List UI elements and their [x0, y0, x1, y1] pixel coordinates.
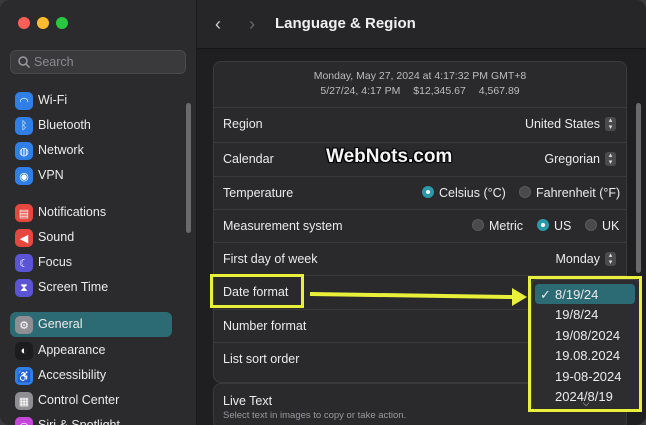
search-placeholder: Search [34, 55, 74, 69]
sidebar-item-label: Wi-Fi [38, 93, 68, 107]
calendar-value[interactable]: Gregorian [544, 152, 600, 166]
sidebar-item-accessibility[interactable]: ♿ Accessibility [10, 363, 172, 388]
sidebar-scrollbar[interactable] [186, 103, 191, 233]
siri-icon: ◎ [15, 417, 33, 425]
uk-label[interactable]: UK [602, 219, 619, 233]
close-window-button[interactable] [18, 17, 30, 29]
temperature-label: Temperature [223, 186, 294, 200]
bell-icon: ▤ [15, 204, 33, 222]
minimize-window-button[interactable] [37, 17, 49, 29]
preview-currency: $12,345.67 [413, 85, 466, 97]
hourglass-icon: ⧗ [15, 279, 33, 297]
settings-window: Search ◠ Wi-Fi ᛒ Bluetooth ◍ Network ◉ VPN ▤ Noti… [0, 0, 646, 425]
sidebar-item-screen-time[interactable]: ⧗ Screen Time [10, 275, 172, 300]
sidebar-item-label: VPN [38, 168, 64, 182]
preview-number: 4,567.89 [478, 85, 520, 97]
preview-short-date: 5/27/24, 4:17 PM [320, 85, 401, 97]
appearance-icon: ◐ [15, 342, 33, 360]
sidebar-item-label: Focus [38, 255, 73, 269]
globe-icon: ◍ [15, 142, 33, 160]
first-day-label: First day of week [223, 252, 318, 266]
format-preview-date-time: Monday, May 27, 2024 at 4:17:32 PM GMT+8 [313, 70, 527, 82]
sidebar-item-label: Sound [38, 230, 75, 244]
date-format-highlight [210, 274, 304, 308]
accessibility-icon: ♿ [15, 367, 33, 385]
celsius-radio[interactable] [422, 186, 434, 198]
first-day-value[interactable]: Monday [556, 252, 600, 266]
page-title: Language & Region [275, 15, 416, 32]
sidebar-item-appearance[interactable]: ◐ Appearance [10, 338, 172, 363]
first-day-row[interactable]: First day of week Monday ▴ ▾ [214, 242, 626, 276]
celsius-label[interactable]: Celsius (°C) [439, 186, 506, 200]
sidebar-item-label: Notifications [38, 205, 107, 219]
sidebar-item-general[interactable]: ⚙ General [10, 312, 172, 337]
temperature-row: Temperature Celsius (°C) Fahrenheit (°F) [214, 176, 626, 210]
metric-label[interactable]: Metric [489, 219, 523, 233]
search-icon [18, 56, 31, 69]
sidebar-item-wi-fi[interactable]: ◠ Wi-Fi [10, 88, 172, 113]
region-popup-icon[interactable]: ▴ ▾ [605, 117, 616, 131]
us-label[interactable]: US [554, 219, 571, 233]
control-center-icon: ▦ [15, 392, 33, 410]
sidebar-item-vpn[interactable]: ◉ VPN [10, 163, 172, 188]
sidebar-item-notifications[interactable]: ▤ Notifications [10, 200, 172, 225]
format-preview-values: 5/27/24, 4:17 PM $12,345.67 4,567.89 [214, 85, 626, 97]
fahrenheit-label[interactable]: Fahrenheit (°F) [536, 186, 620, 200]
speaker-icon: ◀ [15, 229, 33, 247]
calendar-popup-icon[interactable]: ▴ ▾ [605, 152, 616, 166]
moon-icon: ☾ [15, 254, 33, 272]
bluetooth-icon: ᛒ [15, 117, 33, 135]
sidebar-item-label: Accessibility [38, 368, 107, 382]
live-text-title: Live Text [223, 394, 273, 408]
region-label: Region [223, 117, 263, 131]
back-button[interactable]: ‹ [215, 14, 221, 35]
sidebar-item-label: Appearance [38, 343, 106, 357]
uk-radio[interactable] [585, 219, 597, 231]
wifi-icon: ◠ [15, 92, 33, 110]
gear-icon: ⚙ [15, 316, 33, 334]
fahrenheit-radio[interactable] [519, 186, 531, 198]
toolbar: ‹ › Language & Region [197, 0, 646, 49]
sidebar-item-network[interactable]: ◍ Network [10, 138, 172, 163]
us-radio[interactable] [537, 219, 549, 231]
sidebar-item-label: Siri & Spotlight [38, 418, 120, 425]
vpn-icon: ◉ [15, 167, 33, 185]
content-scrollbar[interactable] [636, 103, 641, 273]
search-field[interactable]: Search [10, 50, 186, 74]
first-day-popup-icon[interactable]: ▴ ▾ [605, 252, 616, 266]
sidebar-item-label: Screen Time [38, 280, 109, 294]
sidebar: Search ◠ Wi-Fi ᛒ Bluetooth ◍ Network ◉ VPN ▤ Noti… [0, 0, 197, 425]
sidebar-item-bluetooth[interactable]: ᛒ Bluetooth [10, 113, 172, 138]
measurement-row: Measurement system Metric US UK [214, 209, 626, 243]
sidebar-item-siri-spotlight[interactable]: ◎ Siri & Spotlight [10, 413, 172, 425]
sidebar-item-control-center[interactable]: ▦ Control Center [10, 388, 172, 413]
region-row[interactable]: Region United States ▴ ▾ [214, 107, 626, 141]
number-format-label: Number format [223, 319, 307, 333]
measurement-label: Measurement system [223, 219, 343, 233]
live-text-subtitle: Select text in images to copy or take ac… [223, 410, 407, 421]
sidebar-item-focus[interactable]: ☾ Focus [10, 250, 172, 275]
region-value[interactable]: United States [525, 117, 600, 131]
metric-radio[interactable] [472, 219, 484, 231]
watermark: WebNots.com [326, 146, 453, 167]
calendar-label: Calendar [223, 152, 274, 166]
zoom-window-button[interactable] [56, 17, 68, 29]
sidebar-item-sound[interactable]: ◀ Sound [10, 225, 172, 250]
menu-highlight [528, 276, 642, 412]
sidebar-item-label: Control Center [38, 393, 120, 407]
forward-button[interactable]: › [249, 14, 255, 35]
list-sort-label: List sort order [223, 352, 300, 366]
arrow-annotation-icon [309, 288, 527, 306]
sidebar-item-label: Bluetooth [38, 118, 91, 132]
sidebar-item-label: Network [38, 143, 84, 157]
sidebar-item-label: General [38, 317, 83, 331]
